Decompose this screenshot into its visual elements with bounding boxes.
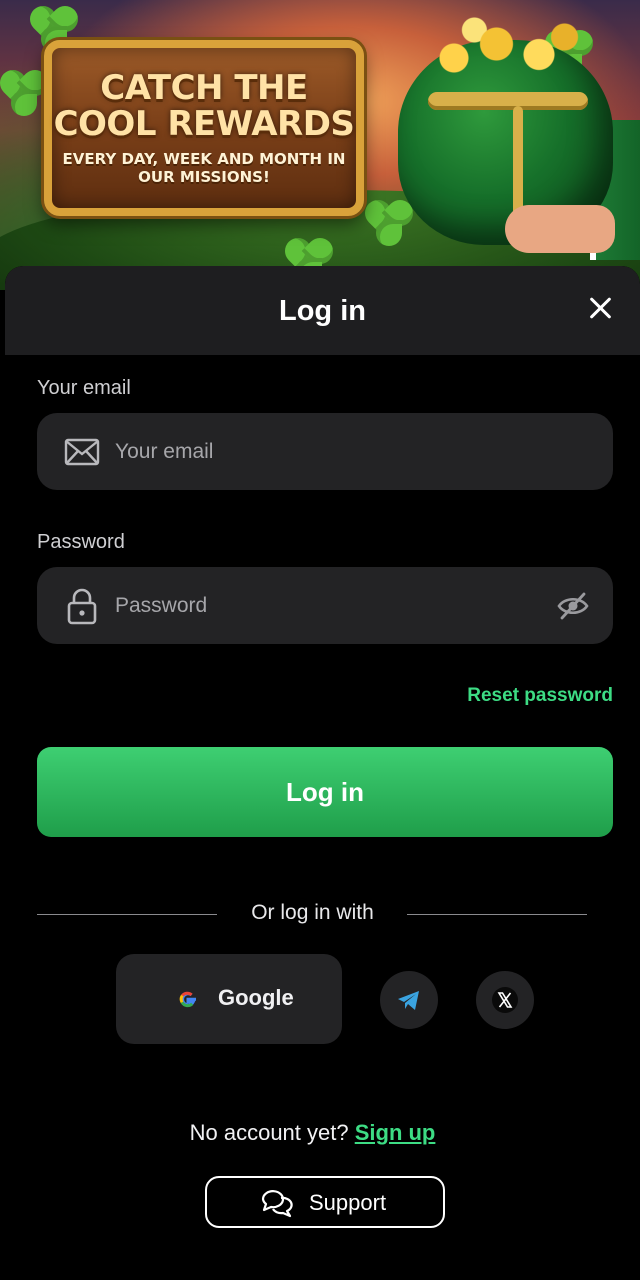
chat-bubbles-icon [261,1190,293,1218]
banner-subline: EVERY DAY, WEEK AND MONTH IN OUR MISSION… [62,150,346,186]
support-label: Support [309,1190,387,1215]
hand-illustration [505,205,615,253]
support-button[interactable]: Support [205,1176,445,1228]
gold-coins [420,16,590,86]
telegram-icon [398,991,419,1010]
google-label: Google [218,985,294,1010]
modal-header: Log in [5,266,640,355]
lock-icon [67,588,97,625]
email-label: Your email [37,377,131,399]
login-modal: Log in Your email Password Reset passwor… [5,266,640,1280]
bag-tassel [513,106,523,216]
telegram-login-button[interactable] [380,971,438,1029]
promo-banner[interactable]: CATCH THE COOL REWARDS EVERY DAY, WEEK A… [0,0,640,290]
google-icon [179,991,196,1008]
mail-icon [64,438,100,466]
divider-text: Or log in with [251,901,374,924]
google-login-button[interactable]: Google [116,954,342,1044]
x-logo-icon [492,987,518,1013]
bag-rope [428,92,588,110]
banner-sign: CATCH THE COOL REWARDS EVERY DAY, WEEK A… [44,40,364,216]
banner-headline: CATCH THE COOL REWARDS [53,68,355,144]
login-button[interactable]: Log in [37,747,613,837]
signup-prompt: No account yet? [189,1120,349,1145]
email-field[interactable] [37,413,613,490]
signup-link[interactable]: Sign up [355,1120,436,1145]
password-input[interactable] [115,567,535,644]
close-icon[interactable] [583,290,619,326]
password-field[interactable] [37,567,613,644]
divider-line-right [407,914,587,915]
reset-password-link[interactable]: Reset password [467,685,613,707]
signup-row: No account yet? Sign up [5,1120,620,1146]
password-label: Password [37,531,125,553]
eye-off-icon[interactable] [557,591,589,621]
email-input[interactable] [115,413,535,490]
x-login-button[interactable] [476,971,534,1029]
modal-title: Log in [279,295,366,327]
